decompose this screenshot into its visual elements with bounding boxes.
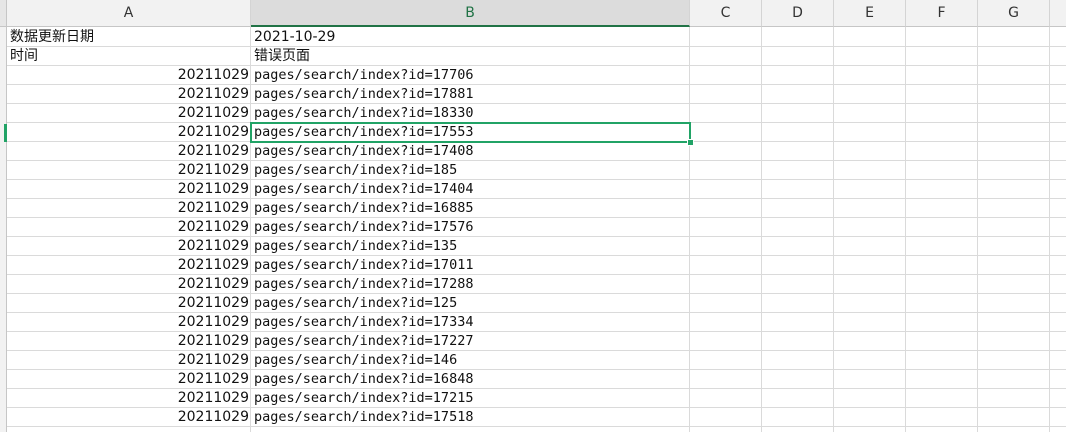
cell-time[interactable]: 20211029 <box>8 85 251 104</box>
column-header-f[interactable]: F <box>906 0 978 27</box>
cell-error-page[interactable]: pages/search/index?id=17215 <box>252 389 690 408</box>
cell-error-page[interactable]: pages/search/index?id=17706 <box>252 66 690 85</box>
cell-error-page[interactable]: pages/search/index?id=17288 <box>252 275 690 294</box>
cell-error-page[interactable]: pages/search/index?id=185 <box>252 161 690 180</box>
column-header-a[interactable]: A <box>7 0 251 27</box>
cell-time[interactable]: 20211029 <box>8 389 251 408</box>
cell-time[interactable]: 20211029 <box>8 142 251 161</box>
column-header-h-partial[interactable] <box>1050 0 1066 27</box>
column-header-b[interactable]: B <box>251 0 690 27</box>
cell-time[interactable]: 20211029 <box>8 275 251 294</box>
cell-time[interactable]: 20211029 <box>8 332 251 351</box>
cell-error-page[interactable]: pages/search/index?id=17553 <box>252 123 690 142</box>
cell-error-page[interactable]: pages/search/index?id=16885 <box>252 199 690 218</box>
column-gridline <box>833 27 834 432</box>
cell-error-page[interactable]: pages/search/index?id=146 <box>252 351 690 370</box>
cell-error-page[interactable]: pages/search/index?id=17404 <box>252 180 690 199</box>
cell-error-page[interactable]: pages/search/index?id=17518 <box>252 408 690 427</box>
cell-time[interactable]: 20211029 <box>8 123 251 142</box>
cell-error-page[interactable]: pages/search/index?id=135 <box>252 237 690 256</box>
cell-a1[interactable]: 数据更新日期 <box>8 28 251 47</box>
active-row-marker <box>4 124 7 142</box>
cell-error-page[interactable]: pages/search/index?id=17334 <box>252 313 690 332</box>
cell-error-page[interactable]: pages/search/index?id=17576 <box>252 218 690 237</box>
cell-time[interactable]: 20211029 <box>8 294 251 313</box>
column-header-e[interactable]: E <box>834 0 906 27</box>
cell-error-page[interactable]: pages/search/index?id=17408 <box>252 142 690 161</box>
cell-error-page[interactable]: pages/search/index?id=125 <box>252 294 690 313</box>
cell-time[interactable]: 20211029 <box>8 237 251 256</box>
cell-error-page[interactable]: pages/search/index?id=17011 <box>252 256 690 275</box>
spreadsheet-grid[interactable]: A B C D E F G 数据更新日期 2021-10-29 时间 错误页面 … <box>0 0 1066 432</box>
cell-time[interactable]: 20211029 <box>8 408 251 427</box>
column-header-d[interactable]: D <box>762 0 834 27</box>
column-gridline <box>1049 27 1050 432</box>
cell-time[interactable]: 20211029 <box>8 161 251 180</box>
cell-time[interactable]: 20211029 <box>8 199 251 218</box>
cell-time[interactable]: 20211029 <box>8 104 251 123</box>
cell-error-page[interactable]: pages/search/index?id=17227 <box>252 332 690 351</box>
cell-time[interactable]: 20211029 <box>8 66 251 85</box>
cell-time[interactable]: 20211029 <box>8 313 251 332</box>
cell-time[interactable]: 20211029 <box>8 180 251 199</box>
cell-time[interactable]: 20211029 <box>8 218 251 237</box>
column-header-g[interactable]: G <box>978 0 1050 27</box>
cell-error-page[interactable]: pages/search/index?id=16848 <box>252 370 690 389</box>
cell-time[interactable]: 20211029 <box>8 370 251 389</box>
column-header-c[interactable]: C <box>690 0 762 27</box>
cell-b1[interactable]: 2021-10-29 <box>252 28 690 47</box>
cell-b2[interactable]: 错误页面 <box>252 47 690 66</box>
cell-time[interactable]: 20211029 <box>8 256 251 275</box>
select-all-corner[interactable] <box>0 0 7 27</box>
cell-error-page[interactable]: pages/search/index?id=18330 <box>252 104 690 123</box>
column-gridline <box>977 27 978 432</box>
column-gridline <box>761 27 762 432</box>
cell-time[interactable]: 20211029 <box>8 351 251 370</box>
cell-error-page[interactable]: pages/search/index?id=17881 <box>252 85 690 104</box>
column-gridline <box>905 27 906 432</box>
cell-a2[interactable]: 时间 <box>8 47 251 66</box>
fill-handle[interactable] <box>687 139 694 146</box>
row-header-gutter[interactable] <box>0 27 7 432</box>
